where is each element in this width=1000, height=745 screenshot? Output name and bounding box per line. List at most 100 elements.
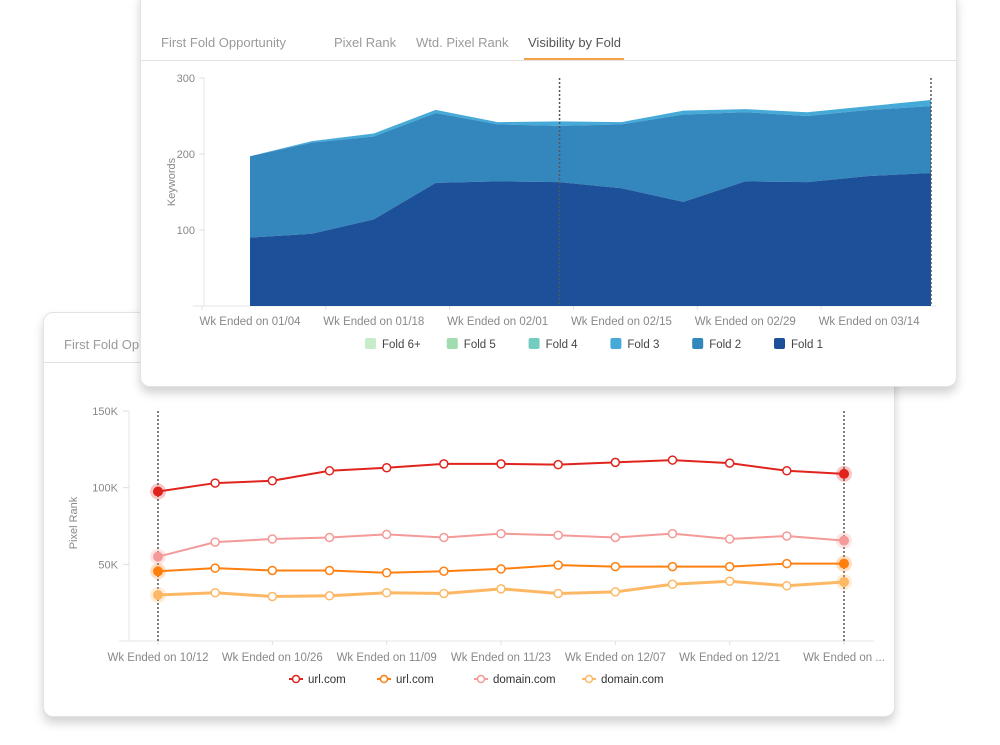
x-tick-label: Wk Ended on 02/29 (695, 316, 796, 328)
data-point (782, 466, 792, 476)
data-point (324, 532, 335, 543)
legend-label: url.com (396, 674, 434, 686)
legend-item-fold-4[interactable]: Fold 4 (528, 338, 579, 351)
legend-item-fold-3[interactable]: Fold 3 (610, 338, 659, 351)
legend-item-fold-5[interactable]: Fold 5 (446, 338, 496, 351)
legend-item-fold-2[interactable]: Fold 2 (692, 338, 741, 351)
legend-item-domain-com[interactable]: domain.com (474, 674, 556, 686)
x-tick-label: Wk Ended on 01/04 (199, 316, 301, 328)
data-point (610, 587, 621, 597)
data-point (782, 581, 792, 591)
legend-swatch (610, 338, 622, 349)
y-tick-label: 50K (98, 559, 118, 571)
data-point (439, 566, 449, 576)
visibility-by-fold-chart: 100 200 300 Keywords Wk Ended on 01/04 Wk End… (166, 73, 936, 351)
legend-label: url.com (308, 674, 346, 686)
data-point (381, 529, 392, 540)
series-url-com-0 (150, 455, 852, 500)
legend-item-domain-com[interactable]: domain.com (582, 674, 664, 686)
data-point (667, 455, 678, 465)
legend-label: Fold 3 (627, 339, 659, 351)
legend-swatch (774, 338, 785, 349)
series-url-com-1 (150, 555, 852, 580)
y-tick-label: 200 (177, 149, 195, 161)
x-tick-label: Wk Ended on ... (803, 652, 885, 664)
y-axis-title: Pixel Rank (68, 496, 80, 549)
data-point (667, 528, 678, 539)
data-point (839, 576, 849, 587)
legend-label: Fold 1 (791, 339, 823, 351)
legend-marker-icon (584, 674, 594, 684)
data-point (553, 530, 563, 540)
data-point (553, 459, 563, 470)
x-tick-label: Wk Ended on 11/09 (337, 652, 437, 664)
legend-label: Fold 4 (546, 339, 579, 351)
data-point (267, 591, 278, 602)
legend-marker-icon (476, 674, 486, 684)
data-point (782, 558, 792, 569)
x-tick-label: Wk Ended on 10/26 (222, 652, 323, 664)
legend-swatch (528, 338, 540, 349)
data-point (724, 458, 735, 468)
x-tick-label: Wk Ended on 02/01 (447, 316, 548, 328)
data-point (324, 591, 335, 601)
x-tick-label: Wk Ended on 12/07 (565, 652, 666, 664)
data-point (496, 528, 506, 539)
data-point (553, 588, 563, 599)
legend-item-fold-1[interactable]: Fold 1 (774, 338, 823, 351)
series-domain-com-3 (150, 573, 852, 603)
data-point (381, 587, 392, 598)
y-tick-label: 100K (92, 483, 118, 495)
data-point (381, 462, 392, 473)
series-domain-com-2 (150, 528, 852, 565)
data-point (210, 563, 220, 573)
y-axis-title: Keywords (166, 157, 178, 206)
legend-swatch (692, 338, 704, 349)
data-point (610, 532, 621, 543)
legend-label: Fold 5 (464, 339, 496, 351)
data-point (782, 531, 792, 541)
legend-marker-icon (291, 674, 301, 684)
data-point (667, 561, 678, 572)
x-tick-label: Wk Ended on 02/15 (571, 316, 672, 328)
legend-label: Fold 6+ (382, 339, 421, 351)
legend-item-fold-6-[interactable]: Fold 6+ (365, 338, 421, 351)
data-point (324, 565, 335, 576)
x-tick-label: Wk Ended on 12/21 (679, 652, 780, 664)
data-point (210, 537, 220, 547)
data-point (153, 486, 163, 497)
y-tick-label: 300 (177, 73, 195, 85)
data-point (210, 587, 220, 598)
data-point (610, 561, 621, 572)
data-point (210, 478, 220, 488)
legend-label: Fold 2 (709, 339, 741, 351)
data-point (839, 468, 849, 479)
data-point (724, 561, 735, 572)
data-point (439, 459, 449, 469)
legend-label: domain.com (493, 674, 556, 686)
x-tick-label: Wk Ended on 03/14 (819, 316, 921, 328)
data-point (839, 535, 849, 546)
legend-label: domain.com (601, 674, 664, 686)
x-tick-label: Wk Ended on 11/23 (451, 652, 551, 664)
data-point (153, 566, 163, 577)
data-point (724, 576, 735, 586)
data-point (324, 466, 335, 476)
x-tick-label: Wk Ended on 01/18 (323, 316, 424, 328)
data-point (267, 565, 278, 576)
legend-item-url-com[interactable]: url.com (289, 674, 346, 686)
data-point (553, 560, 563, 570)
y-tick-label: 100 (177, 225, 195, 237)
legend-swatch (365, 338, 376, 349)
data-point (439, 532, 449, 543)
legend-marker-icon (379, 674, 389, 684)
legend-item-url-com[interactable]: url.com (377, 674, 434, 686)
y-tick-label: 150K (92, 406, 118, 418)
data-point (153, 551, 163, 562)
data-point (667, 579, 678, 590)
data-point (496, 564, 506, 574)
legend-swatch (446, 338, 458, 349)
data-point (724, 534, 735, 544)
data-point (381, 568, 392, 578)
data-point (610, 457, 621, 468)
